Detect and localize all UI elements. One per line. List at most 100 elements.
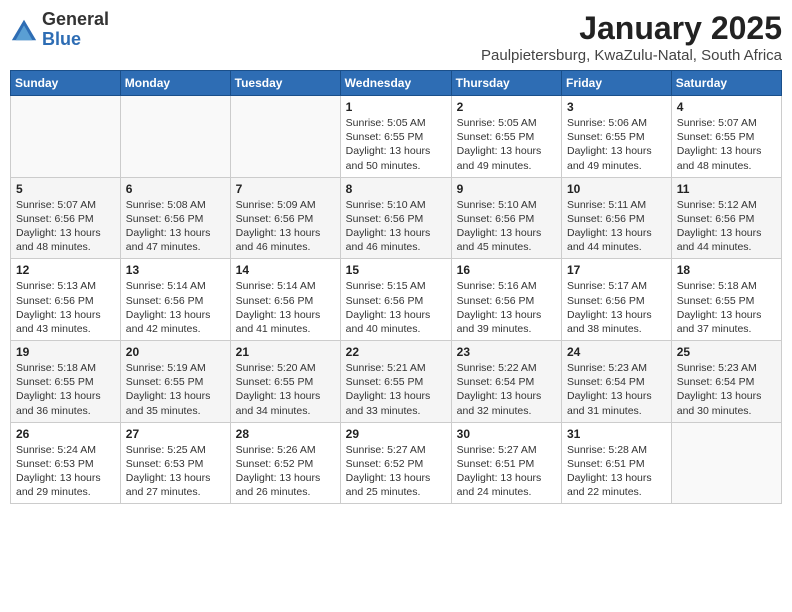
weekday-header-cell: Friday [562, 71, 672, 96]
day-number: 22 [346, 345, 446, 359]
day-info: Sunrise: 5:09 AM Sunset: 6:56 PM Dayligh… [236, 198, 335, 255]
logo-icon [10, 16, 38, 44]
day-info: Sunrise: 5:17 AM Sunset: 6:56 PM Dayligh… [567, 279, 666, 336]
calendar-table: SundayMondayTuesdayWednesdayThursdayFrid… [10, 70, 782, 504]
calendar-day-cell: 14 Sunrise: 5:14 AM Sunset: 6:56 PM Dayli… [230, 259, 340, 341]
day-number: 5 [16, 182, 115, 196]
calendar-day-cell: 13Sunrise: 5:14 AM Sunset: 6:56 PM Dayli… [120, 259, 230, 341]
calendar-day-cell: 4Sunrise: 5:07 AM Sunset: 6:55 PM Daylig… [671, 96, 781, 178]
day-number: 16 [457, 263, 556, 277]
day-number: 1 [346, 100, 446, 114]
calendar-day-cell: 25 Sunrise: 5:23 AM Sunset: 6:54 PM Dayli… [671, 341, 781, 423]
calendar-day-cell [230, 96, 340, 178]
day-number: 31 [567, 427, 666, 441]
calendar-week-row: 5 Sunrise: 5:07 AM Sunset: 6:56 PM Daylig… [11, 177, 782, 259]
day-number: 23 [457, 345, 556, 359]
weekday-header-cell: Monday [120, 71, 230, 96]
calendar-day-cell: 26 Sunrise: 5:24 AM Sunset: 6:53 PM Dayli… [11, 422, 121, 504]
calendar-day-cell: 12 Sunrise: 5:13 AM Sunset: 6:56 PM Dayli… [11, 259, 121, 341]
day-number: 19 [16, 345, 115, 359]
day-number: 11 [677, 182, 776, 196]
day-info: Sunrise: 5:24 AM Sunset: 6:53 PM Dayligh… [16, 443, 115, 500]
day-info: Sunrise: 5:10 AM Sunset: 6:56 PM Dayligh… [457, 198, 556, 255]
calendar-day-cell: 1 Sunrise: 5:05 AM Sunset: 6:55 PM Daylig… [340, 96, 451, 178]
calendar-day-cell: 7 Sunrise: 5:09 AM Sunset: 6:56 PM Daylig… [230, 177, 340, 259]
calendar-day-cell: 21 Sunrise: 5:20 AM Sunset: 6:55 PM Dayli… [230, 341, 340, 423]
day-number: 18 [677, 263, 776, 277]
calendar-day-cell: 8Sunrise: 5:10 AM Sunset: 6:56 PM Daylig… [340, 177, 451, 259]
location-title: Paulpietersburg, KwaZulu-Natal, South Af… [481, 47, 782, 64]
day-number: 27 [126, 427, 225, 441]
calendar-day-cell [671, 422, 781, 504]
day-info: Sunrise: 5:22 AM Sunset: 6:54 PM Dayligh… [457, 361, 556, 418]
calendar-day-cell: 23 Sunrise: 5:22 AM Sunset: 6:54 PM Dayli… [451, 341, 561, 423]
calendar-day-cell: 17Sunrise: 5:17 AM Sunset: 6:56 PM Dayli… [562, 259, 672, 341]
day-info: Sunrise: 5:20 AM Sunset: 6:55 PM Dayligh… [236, 361, 335, 418]
calendar-day-cell: 28Sunrise: 5:26 AM Sunset: 6:52 PM Dayli… [230, 422, 340, 504]
logo-text: General Blue [42, 10, 109, 50]
day-info: Sunrise: 5:12 AM Sunset: 6:56 PM Dayligh… [677, 198, 776, 255]
weekday-header-cell: Saturday [671, 71, 781, 96]
calendar-day-cell: 9 Sunrise: 5:10 AM Sunset: 6:56 PM Daylig… [451, 177, 561, 259]
day-info: Sunrise: 5:05 AM Sunset: 6:55 PM Dayligh… [457, 116, 556, 173]
calendar-day-cell: 20Sunrise: 5:19 AM Sunset: 6:55 PM Dayli… [120, 341, 230, 423]
day-info: Sunrise: 5:10 AM Sunset: 6:56 PM Dayligh… [346, 198, 446, 255]
logo-blue: Blue [42, 30, 109, 50]
calendar-body: 1 Sunrise: 5:05 AM Sunset: 6:55 PM Daylig… [11, 96, 782, 504]
day-info: Sunrise: 5:08 AM Sunset: 6:56 PM Dayligh… [126, 198, 225, 255]
day-info: Sunrise: 5:27 AM Sunset: 6:52 PM Dayligh… [346, 443, 446, 500]
day-info: Sunrise: 5:21 AM Sunset: 6:55 PM Dayligh… [346, 361, 446, 418]
calendar-day-cell [11, 96, 121, 178]
calendar-day-cell: 3 Sunrise: 5:06 AM Sunset: 6:55 PM Daylig… [562, 96, 672, 178]
calendar-day-cell: 29 Sunrise: 5:27 AM Sunset: 6:52 PM Dayli… [340, 422, 451, 504]
calendar-week-row: 19 Sunrise: 5:18 AM Sunset: 6:55 PM Dayli… [11, 341, 782, 423]
calendar-day-cell: 18 Sunrise: 5:18 AM Sunset: 6:55 PM Dayli… [671, 259, 781, 341]
day-number: 29 [346, 427, 446, 441]
day-number: 30 [457, 427, 556, 441]
day-info: Sunrise: 5:14 AM Sunset: 6:56 PM Dayligh… [126, 279, 225, 336]
day-number: 3 [567, 100, 666, 114]
day-number: 21 [236, 345, 335, 359]
page-header: General Blue January 2025 Paulpietersbur… [10, 10, 782, 64]
day-number: 7 [236, 182, 335, 196]
day-number: 15 [346, 263, 446, 277]
weekday-header-cell: Sunday [11, 71, 121, 96]
day-number: 6 [126, 182, 225, 196]
calendar-week-row: 1 Sunrise: 5:05 AM Sunset: 6:55 PM Daylig… [11, 96, 782, 178]
calendar-day-cell: 10 Sunrise: 5:11 AM Sunset: 6:56 PM Dayli… [562, 177, 672, 259]
day-info: Sunrise: 5:11 AM Sunset: 6:56 PM Dayligh… [567, 198, 666, 255]
day-number: 14 [236, 263, 335, 277]
day-info: Sunrise: 5:07 AM Sunset: 6:56 PM Dayligh… [16, 198, 115, 255]
day-number: 10 [567, 182, 666, 196]
calendar-week-row: 12 Sunrise: 5:13 AM Sunset: 6:56 PM Dayli… [11, 259, 782, 341]
day-info: Sunrise: 5:14 AM Sunset: 6:56 PM Dayligh… [236, 279, 335, 336]
day-number: 26 [16, 427, 115, 441]
calendar-day-cell [120, 96, 230, 178]
day-info: Sunrise: 5:16 AM Sunset: 6:56 PM Dayligh… [457, 279, 556, 336]
day-info: Sunrise: 5:23 AM Sunset: 6:54 PM Dayligh… [567, 361, 666, 418]
calendar-day-cell: 31 Sunrise: 5:28 AM Sunset: 6:51 PM Dayli… [562, 422, 672, 504]
day-number: 25 [677, 345, 776, 359]
day-info: Sunrise: 5:18 AM Sunset: 6:55 PM Dayligh… [677, 279, 776, 336]
day-info: Sunrise: 5:28 AM Sunset: 6:51 PM Dayligh… [567, 443, 666, 500]
day-number: 4 [677, 100, 776, 114]
title-block: January 2025 Paulpietersburg, KwaZulu-Na… [481, 10, 782, 64]
day-number: 9 [457, 182, 556, 196]
day-number: 12 [16, 263, 115, 277]
day-number: 24 [567, 345, 666, 359]
calendar-day-cell: 5 Sunrise: 5:07 AM Sunset: 6:56 PM Daylig… [11, 177, 121, 259]
calendar-week-row: 26 Sunrise: 5:24 AM Sunset: 6:53 PM Dayli… [11, 422, 782, 504]
day-info: Sunrise: 5:23 AM Sunset: 6:54 PM Dayligh… [677, 361, 776, 418]
day-info: Sunrise: 5:06 AM Sunset: 6:55 PM Dayligh… [567, 116, 666, 173]
day-info: Sunrise: 5:13 AM Sunset: 6:56 PM Dayligh… [16, 279, 115, 336]
day-info: Sunrise: 5:05 AM Sunset: 6:55 PM Dayligh… [346, 116, 446, 173]
logo-general: General [42, 10, 109, 30]
calendar-day-cell: 19 Sunrise: 5:18 AM Sunset: 6:55 PM Dayli… [11, 341, 121, 423]
day-info: Sunrise: 5:19 AM Sunset: 6:55 PM Dayligh… [126, 361, 225, 418]
logo: General Blue [10, 10, 109, 50]
day-info: Sunrise: 5:15 AM Sunset: 6:56 PM Dayligh… [346, 279, 446, 336]
calendar-day-cell: 11 Sunrise: 5:12 AM Sunset: 6:56 PM Dayli… [671, 177, 781, 259]
day-info: Sunrise: 5:25 AM Sunset: 6:53 PM Dayligh… [126, 443, 225, 500]
day-info: Sunrise: 5:18 AM Sunset: 6:55 PM Dayligh… [16, 361, 115, 418]
day-info: Sunrise: 5:26 AM Sunset: 6:52 PM Dayligh… [236, 443, 335, 500]
